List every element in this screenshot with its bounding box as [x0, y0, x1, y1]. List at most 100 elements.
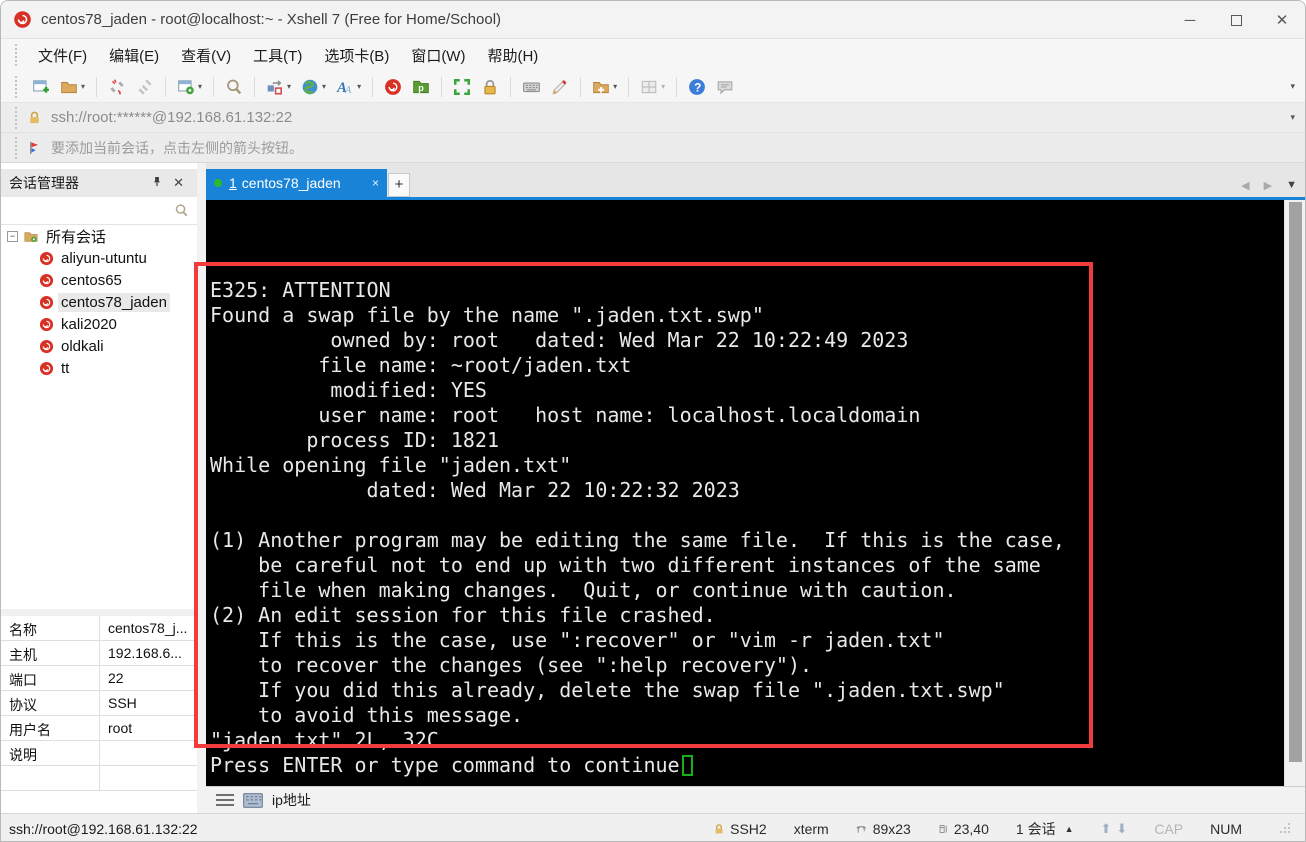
menu-file[interactable]: 文件(F) [27, 40, 98, 71]
session-properties-table: 名称 centos78_j... 主机 192.168.6... 端口 22 协议 SS… [1, 616, 197, 791]
tree-root-all-sessions[interactable]: − 所有会话 [1, 225, 197, 247]
xshell-logo-icon [14, 11, 31, 28]
table-row: 用户名 root [1, 716, 197, 741]
status-bar: ssh://root@192.168.61.132:22 SSH2 xterm … [1, 813, 1305, 841]
terminal-scrollbar[interactable] [1284, 200, 1305, 786]
status-cursor-position[interactable]: 23,40 [938, 821, 989, 837]
menu-tools[interactable]: 工具(T) [242, 40, 313, 71]
session-manager-panel: 会话管理器 ✕ − 所有会话 aliyun-utuntu centos65 ce… [1, 163, 206, 813]
open-session-icon[interactable]: ▾ [56, 75, 89, 99]
toolbar-drag-handle[interactable] [15, 75, 19, 98]
keyboard-icon[interactable] [243, 792, 263, 808]
menu-help[interactable]: 帮助(H) [476, 40, 549, 71]
close-button[interactable]: ✕ [1259, 1, 1305, 39]
session-manager-header: 会话管理器 ✕ [1, 169, 197, 197]
quickbar-menu-icon[interactable] [216, 794, 234, 806]
connected-dot-icon [214, 179, 222, 187]
infobar-drag-handle[interactable] [15, 136, 19, 159]
toolbar-overflow-icon[interactable]: ▾ [1290, 81, 1295, 92]
new-tab-button[interactable]: + [388, 173, 410, 197]
session-icon [39, 317, 54, 331]
scroll-down-icon[interactable]: ⬇ [1116, 821, 1127, 837]
menu-tab[interactable]: 选项卡(B) [313, 40, 400, 71]
fullscreen-icon[interactable] [449, 75, 475, 99]
virtual-keyboard-icon[interactable] [518, 75, 545, 99]
status-session-count[interactable]: 1 会话 ▲ [1016, 819, 1074, 839]
tile-windows-icon[interactable]: ▾ [636, 75, 669, 99]
menu-bar: 文件(F) 编辑(E) 查看(V) 工具(T) 选项卡(B) 窗口(W) 帮助(… [1, 39, 1305, 71]
session-item-kali2020[interactable]: kali2020 [1, 313, 197, 335]
info-text: 要添加当前会话，点击左侧的箭头按钮。 [51, 139, 303, 156]
panel-splitter[interactable] [1, 609, 197, 616]
pin-icon[interactable] [146, 175, 168, 191]
terminal-prompt-line: Press ENTER or type command to continue [206, 753, 1286, 778]
sessions-folder-icon [24, 231, 38, 242]
find-icon[interactable] [221, 75, 247, 99]
collapse-icon[interactable]: − [7, 230, 18, 242]
tab-scroll-right-icon[interactable]: ▶ [1264, 179, 1272, 192]
svg-text:p: p [418, 82, 424, 92]
tab-scroll-left-icon[interactable]: ◀ [1241, 179, 1249, 192]
session-item-tt[interactable]: tt [1, 357, 197, 379]
lock-screen-icon[interactable] [477, 75, 503, 99]
addressbar-drag-handle[interactable] [15, 106, 19, 129]
highlight-pen-icon[interactable] [547, 75, 573, 99]
menu-window[interactable]: 窗口(W) [400, 40, 476, 71]
xftp-icon[interactable]: p [408, 75, 434, 99]
menubar-drag-handle[interactable] [15, 44, 19, 66]
quickbar-button-ip[interactable]: ip地址 [272, 790, 311, 810]
cursor-position-icon [939, 824, 947, 833]
panel-close-icon[interactable]: ✕ [168, 175, 189, 191]
status-connection: ssh://root@192.168.61.132:22 [9, 820, 198, 837]
help-icon[interactable]: ? [684, 75, 710, 99]
tab-close-icon[interactable]: × [372, 176, 379, 190]
session-icon [39, 251, 54, 265]
table-row: 说明 [1, 741, 197, 766]
xshell-icon[interactable] [380, 75, 406, 99]
table-row: 端口 22 [1, 666, 197, 691]
font-icon[interactable]: A A ▾ [332, 75, 365, 99]
terminal-output: E325: ATTENTION Found a swap file by the… [210, 278, 1065, 752]
session-search-box[interactable] [1, 197, 197, 225]
info-bar: 要添加当前会话，点击左侧的箭头按钮。 [1, 133, 1305, 163]
web-browser-icon[interactable]: ▾ [297, 75, 330, 99]
status-terminal-type[interactable]: xterm [794, 821, 829, 837]
feedback-icon[interactable] [712, 75, 738, 99]
session-properties-icon[interactable]: ▾ [173, 75, 206, 99]
tab-list-dropdown-icon[interactable]: ▼ [1286, 179, 1297, 192]
session-item-oldkali[interactable]: oldkali [1, 335, 197, 357]
scrollbar-thumb[interactable] [1289, 202, 1302, 762]
resize-grip-icon[interactable] [1279, 821, 1291, 837]
session-icon [39, 361, 54, 375]
new-session-icon[interactable] [28, 75, 54, 99]
status-terminal-size[interactable]: 89x23 [856, 821, 911, 837]
table-row: 名称 centos78_j... [1, 616, 197, 641]
scroll-up-icon[interactable]: ⬆ [1101, 821, 1112, 837]
search-icon [175, 204, 188, 217]
maximize-button[interactable] [1213, 1, 1259, 39]
svg-text:A: A [344, 85, 352, 96]
disconnect-icon[interactable] [104, 75, 130, 99]
terminal-screen[interactable]: E325: ATTENTION Found a swap file by the… [206, 200, 1286, 786]
terminal-prompt: Press ENTER or type command to continue [210, 753, 680, 777]
tree-root-label[interactable]: 所有会话 [43, 225, 109, 248]
session-item-aliyun-utuntu[interactable]: aliyun-utuntu [1, 247, 197, 269]
new-transfer-icon[interactable]: ▾ [262, 75, 295, 99]
xshell-window: centos78_jaden - root@localhost:~ - Xshe… [0, 0, 1306, 842]
menu-view[interactable]: 查看(V) [170, 40, 242, 71]
terminal-cursor [681, 755, 693, 776]
quick-command-bar: ip地址 [206, 786, 1305, 813]
session-item-centos78-jaden[interactable]: centos78_jaden [1, 291, 197, 313]
title-bar: centos78_jaden - root@localhost:~ - Xshe… [1, 1, 1305, 39]
reconnect-icon[interactable] [132, 75, 158, 99]
ssh-url[interactable]: ssh://root:******@192.168.61.132:22 [51, 109, 292, 126]
session-item-centos65[interactable]: centos65 [1, 269, 197, 291]
address-dropdown-icon[interactable]: ▾ [1290, 112, 1295, 123]
minimize-button[interactable]: ─ [1167, 1, 1213, 39]
tab-centos78-jaden[interactable]: 1 centos78_jaden × [206, 169, 387, 197]
menu-edit[interactable]: 编辑(E) [98, 40, 170, 71]
new-folder-icon[interactable]: ▾ [588, 75, 621, 99]
status-protocol[interactable]: SSH2 [713, 821, 767, 837]
table-row: 协议 SSH [1, 691, 197, 716]
address-bar[interactable]: ssh://root:******@192.168.61.132:22 ▾ [1, 103, 1305, 133]
